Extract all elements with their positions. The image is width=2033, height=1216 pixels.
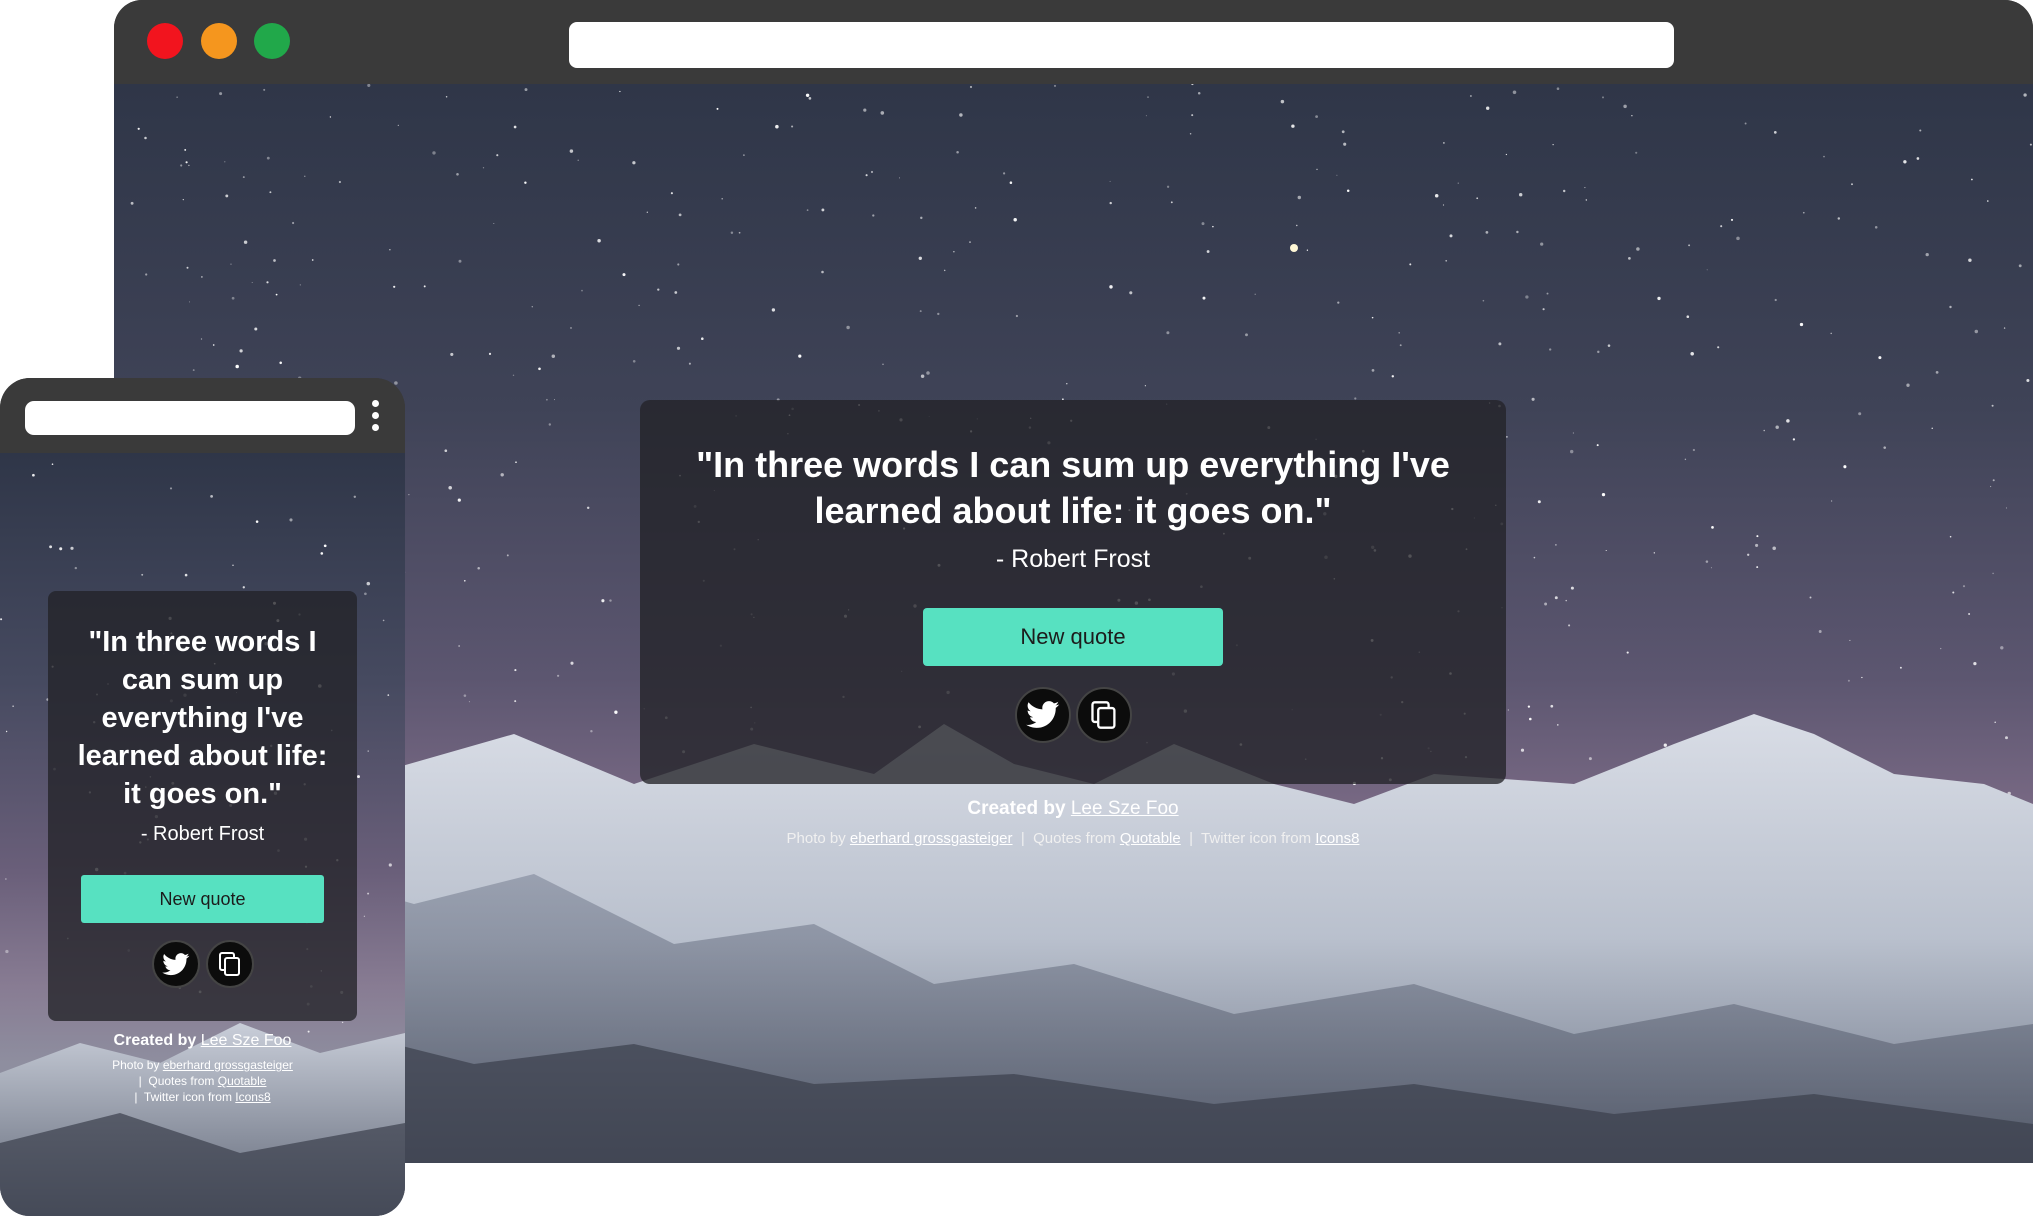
photo-prefix: Photo by bbox=[112, 1058, 160, 1072]
created-by-prefix: Created by bbox=[967, 798, 1066, 819]
copy-quote-button[interactable] bbox=[1076, 687, 1132, 743]
created-by-line: Created by Lee Sze Foo bbox=[640, 798, 1506, 820]
quote-text: "In three words I can sum up everything … bbox=[77, 626, 328, 810]
photo-prefix: Photo by bbox=[786, 830, 846, 847]
separator: | bbox=[1189, 830, 1193, 847]
maximize-window-button[interactable] bbox=[254, 23, 290, 59]
twitter-icon bbox=[162, 952, 190, 975]
quotable-link[interactable]: Quotable bbox=[1120, 830, 1181, 847]
quotes-prefix: Quotes from bbox=[1033, 830, 1116, 847]
mobile-address-bar[interactable] bbox=[25, 401, 355, 435]
close-window-button[interactable] bbox=[147, 23, 183, 59]
new-quote-button[interactable]: New quote bbox=[81, 875, 324, 923]
photo-credit-line: Photo by eberhard grossgasteiger bbox=[48, 1057, 357, 1073]
author-link[interactable]: Lee Sze Foo bbox=[1071, 798, 1179, 819]
twitter-icon bbox=[1026, 701, 1060, 728]
tweet-quote-button[interactable] bbox=[152, 940, 200, 988]
quotes-prefix: Quotes from bbox=[148, 1074, 215, 1088]
author-link[interactable]: Lee Sze Foo bbox=[201, 1032, 292, 1049]
quotes-credit-line: | Quotes from Quotable bbox=[48, 1073, 357, 1089]
desktop-address-bar[interactable] bbox=[569, 22, 1674, 68]
quote-author: - Robert Frost bbox=[140, 823, 265, 845]
icons8-link[interactable]: Icons8 bbox=[1315, 830, 1359, 847]
separator: | bbox=[134, 1090, 138, 1104]
attribution-line: Photo by eberhard grossgasteiger | Quote… bbox=[48, 1057, 357, 1105]
twitter-icon-prefix: Twitter icon from bbox=[1201, 830, 1312, 847]
icons-credit-line: | Twitter icon from Icons8 bbox=[48, 1089, 357, 1105]
separator: | bbox=[1020, 830, 1025, 847]
tweet-quote-button[interactable] bbox=[1015, 687, 1071, 743]
mobile-quote-card: "In three words I can sum up everything … bbox=[48, 591, 357, 1021]
new-quote-button[interactable]: New quote bbox=[923, 608, 1223, 666]
photographer-link[interactable]: eberhard grossgasteiger bbox=[850, 830, 1013, 847]
icons8-link[interactable]: Icons8 bbox=[235, 1090, 270, 1104]
copy-quote-button[interactable] bbox=[206, 940, 254, 988]
quote-author: - Robert Frost bbox=[995, 545, 1151, 573]
attribution-line: Photo by eberhard grossgasteiger | Quote… bbox=[640, 830, 1506, 847]
copy-icon bbox=[219, 952, 240, 976]
more-options-icon[interactable] bbox=[372, 400, 380, 436]
copy-icon bbox=[1091, 701, 1116, 729]
photographer-link[interactable]: eberhard grossgasteiger bbox=[163, 1058, 293, 1072]
created-by-line: Created by Lee Sze Foo bbox=[48, 1032, 357, 1050]
desktop-quote-card: "In three words I can sum up everything … bbox=[640, 400, 1506, 784]
minimize-window-button[interactable] bbox=[201, 23, 237, 59]
mobile-title-bar bbox=[0, 378, 405, 453]
desktop-title-bar bbox=[114, 0, 2033, 84]
quotable-link[interactable]: Quotable bbox=[218, 1074, 267, 1088]
twitter-icon-prefix: Twitter icon from bbox=[143, 1090, 232, 1104]
separator: | bbox=[138, 1074, 142, 1088]
created-by-prefix: Created by bbox=[113, 1032, 197, 1049]
quote-text: "In three words I can sum up everything … bbox=[696, 444, 1450, 531]
